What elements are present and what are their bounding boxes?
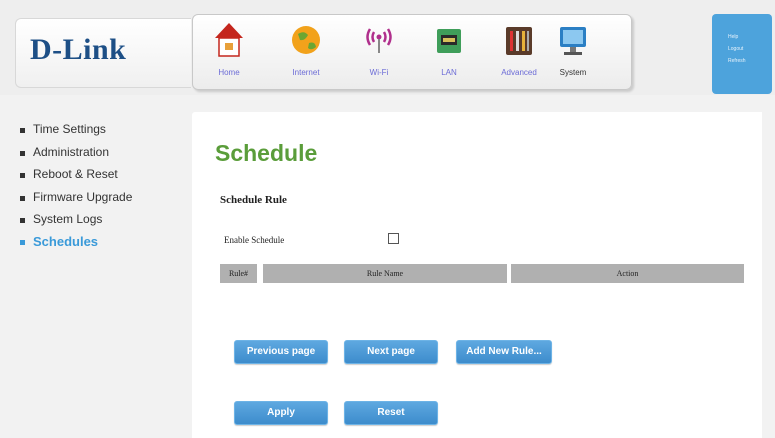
top-nav-bar: Home Internet Wi-Fi LAN Advanced System (192, 14, 632, 90)
top-links-panel: Help Logout Refresh (712, 14, 772, 94)
page-title: Schedule (215, 140, 318, 166)
next-page-button[interactable]: Next page (344, 340, 438, 364)
nav-internet[interactable]: Internet (276, 17, 336, 87)
bullet-icon (20, 240, 25, 245)
sidebar-item-label: Administration (33, 145, 110, 159)
tools-icon (506, 27, 532, 55)
bullet-icon (20, 151, 25, 156)
sidebar-item-label: Time Settings (33, 122, 106, 136)
reset-button[interactable]: Reset (344, 401, 438, 425)
bullet-icon (20, 128, 25, 133)
nav-label-lan: LAN (441, 68, 457, 77)
nav-label-wifi: Wi-Fi (369, 68, 389, 77)
nav-system[interactable]: System (543, 17, 603, 87)
apply-button[interactable]: Apply (234, 401, 328, 425)
globe-icon (292, 26, 320, 54)
logout-link[interactable]: Logout (728, 46, 743, 52)
sidebar-item-label: Firmware Upgrade (33, 190, 133, 204)
table-header-action: Action (511, 264, 744, 283)
sidebar-item-label: Reboot & Reset (33, 167, 118, 181)
bullet-icon (20, 196, 25, 201)
enable-schedule-checkbox[interactable] (388, 233, 399, 244)
nav-wifi[interactable]: Wi-Fi (349, 17, 409, 87)
home-icon (215, 23, 243, 57)
sidebar-item-label: System Logs (33, 212, 103, 226)
bullet-icon (20, 218, 25, 223)
computer-icon (560, 27, 586, 55)
d-link-logo: D-Link (30, 33, 127, 66)
nav-lan[interactable]: LAN (419, 17, 479, 87)
bullet-icon (20, 173, 25, 178)
help-link[interactable]: Help (728, 34, 738, 40)
wifi-icon (366, 28, 392, 53)
nav-advanced[interactable]: Advanced (489, 17, 549, 87)
previous-page-button[interactable]: Previous page (234, 340, 328, 364)
lan-icon (437, 29, 461, 53)
nav-label-home: Home (218, 68, 240, 77)
nav-label-advanced: Advanced (501, 68, 537, 77)
add-new-rule-button[interactable]: Add New Rule... (456, 340, 552, 364)
section-title: Schedule Rule (220, 194, 287, 206)
nav-home[interactable]: Home (199, 17, 259, 87)
refresh-link[interactable]: Refresh (728, 58, 746, 64)
nav-label-system: System (559, 68, 587, 77)
table-header-rule-number: Rule# (220, 264, 257, 283)
sidebar-item-label: Schedules (33, 234, 99, 249)
nav-label-internet: Internet (292, 68, 320, 77)
table-header-rule-name: Rule Name (263, 264, 507, 283)
enable-schedule-label: Enable Schedule (224, 235, 285, 245)
